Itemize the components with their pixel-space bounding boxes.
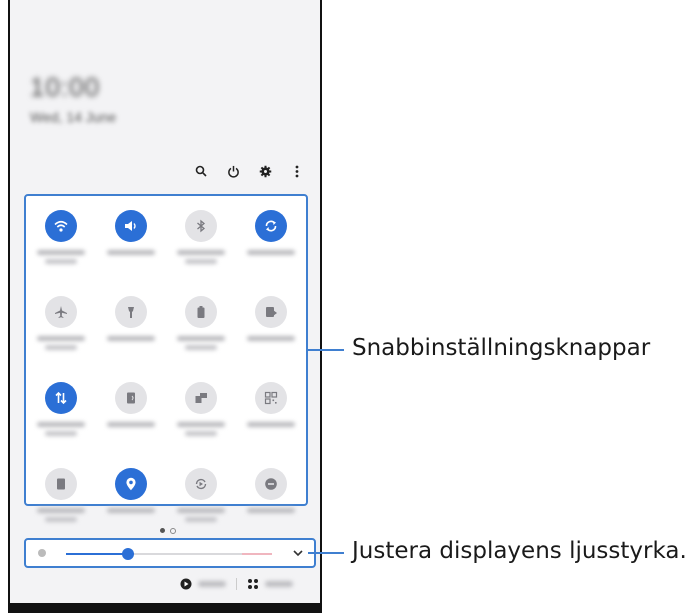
tile-label-blur [107, 422, 155, 427]
tile-sublabel-blur [185, 431, 217, 436]
tile-auto-rotate[interactable] [236, 210, 306, 286]
tile-link-windows[interactable] [166, 382, 236, 458]
tile-label-blur [107, 508, 155, 513]
tile-flashlight[interactable] [96, 296, 166, 372]
bluetooth-icon[interactable] [185, 210, 217, 242]
page-dot-active[interactable] [160, 528, 165, 533]
brightness-fill [66, 553, 128, 555]
smart-view-icon[interactable] [185, 468, 217, 500]
power-icon[interactable] [226, 164, 240, 178]
brightness-control [24, 538, 316, 568]
share-icon[interactable] [255, 296, 287, 328]
gear-icon[interactable] [258, 164, 272, 178]
wifi-icon[interactable] [45, 210, 77, 242]
tile-label-blur [247, 336, 295, 341]
tile-sublabel-blur [185, 345, 217, 350]
tile-power-saving[interactable] [166, 296, 236, 372]
hotspot-icon[interactable] [115, 382, 147, 414]
tile-label-blur [37, 336, 85, 341]
devices-button[interactable] [247, 578, 293, 590]
tile-sublabel-blur [45, 517, 77, 522]
more-vertical-icon[interactable] [290, 164, 304, 178]
tile-sound[interactable] [96, 210, 166, 286]
tile-smart-view[interactable] [166, 468, 236, 544]
tile-label-blur [247, 508, 295, 513]
tile-label-blur [37, 508, 85, 513]
callout-brightness: Justera displayens ljusstyrka. [352, 538, 687, 564]
tile-wifi[interactable] [26, 210, 96, 286]
tile-location[interactable] [96, 468, 166, 544]
lock-clock: 10:00 Wed, 14 June [30, 72, 116, 125]
tile-mobile-data[interactable] [26, 382, 96, 458]
tile-scan-qr[interactable] [236, 382, 306, 458]
tile-do-not-disturb[interactable] [236, 468, 306, 544]
tile-sublabel-blur [185, 259, 217, 264]
brightness-extra-zone [242, 553, 272, 555]
tile-label-blur [177, 250, 225, 255]
location-icon[interactable] [115, 468, 147, 500]
devices-grid-icon [248, 579, 258, 589]
callout-line-quick-settings [306, 349, 344, 351]
chevron-down-icon[interactable] [292, 546, 304, 564]
brightness-sun-icon [38, 549, 46, 557]
flashlight-icon[interactable] [115, 296, 147, 328]
search-icon[interactable] [194, 164, 208, 178]
media-separator [236, 578, 237, 590]
devices-label-blur [265, 581, 293, 587]
tile-mobile-hotspot[interactable] [96, 382, 166, 458]
tile-label-blur [37, 422, 85, 427]
panel-toolbar [194, 164, 304, 178]
clock-time: 10:00 [30, 72, 101, 102]
tile-label-blur [177, 422, 225, 427]
media-label-blur [198, 581, 226, 587]
tile-sublabel-blur [185, 517, 217, 522]
tile-wireless-share[interactable] [236, 296, 306, 372]
tile-sublabel-blur [45, 345, 77, 350]
data-arrows-icon[interactable] [45, 382, 77, 414]
callout-line-brightness [308, 552, 344, 554]
tile-label-blur [247, 422, 295, 427]
tile-label-blur [37, 250, 85, 255]
page-indicator [160, 528, 176, 534]
tile-label-blur [107, 336, 155, 341]
rotate-icon[interactable] [255, 210, 287, 242]
callout-quick-settings: Snabbinställningsknappar [352, 335, 651, 361]
media-output-button[interactable] [180, 578, 226, 590]
folder-icon[interactable] [45, 468, 77, 500]
volume-icon[interactable] [115, 210, 147, 242]
tile-label-blur [177, 336, 225, 341]
dnd-icon[interactable] [255, 468, 287, 500]
battery-icon[interactable] [185, 296, 217, 328]
brightness-slider[interactable] [66, 548, 272, 560]
tile-label-blur [177, 508, 225, 513]
clock-date: Wed, 14 June [30, 109, 117, 125]
tile-airplane[interactable] [26, 296, 96, 372]
play-icon [180, 578, 192, 590]
tile-label-blur [247, 250, 295, 255]
tile-sublabel-blur [45, 431, 77, 436]
link-icon[interactable] [185, 382, 217, 414]
tile-bluetooth[interactable] [166, 210, 236, 286]
tile-secure-folder[interactable] [26, 468, 96, 544]
quick-settings-grid [26, 210, 306, 544]
tile-label-blur [107, 250, 155, 255]
brightness-thumb[interactable] [121, 548, 134, 560]
media-row [180, 578, 293, 590]
tile-sublabel-blur [45, 259, 77, 264]
airplane-icon[interactable] [45, 296, 77, 328]
phone-screen: 10:00 Wed, 14 June [8, 0, 322, 613]
quick-settings-panel [24, 194, 308, 522]
phone-bottom-bezel [10, 603, 320, 613]
page-dot[interactable] [170, 528, 176, 534]
qr-icon[interactable] [255, 382, 287, 414]
